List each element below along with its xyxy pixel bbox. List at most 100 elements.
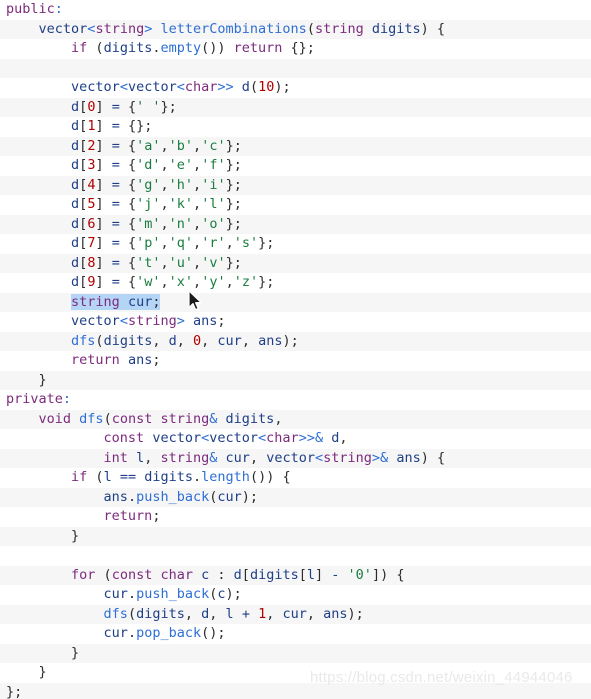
- code-token: digits: [103, 40, 153, 56]
- code-token: dfs: [79, 410, 104, 427]
- code-line[interactable]: }: [0, 370, 591, 390]
- code-line[interactable]: int l, string& cur, vector<string>& ans)…: [0, 448, 591, 468]
- code-token: ,: [193, 176, 202, 193]
- code-token: vector: [38, 20, 88, 37]
- code-line[interactable]: const vector<vector<char>>& d,: [0, 429, 591, 449]
- code-token: return: [71, 352, 120, 368]
- code-token: (: [87, 469, 104, 485]
- code-line[interactable]: cur.pop_back();: [0, 624, 591, 644]
- code-token: ,: [176, 332, 194, 349]
- code-line[interactable]: d[4] = {'g','h','i'};: [0, 175, 591, 195]
- code-token: >&: [371, 449, 389, 466]
- code-line[interactable]: d[1] = {};: [0, 117, 591, 137]
- code-line[interactable]: vector<string> ans;: [0, 312, 591, 332]
- code-token: ,: [160, 274, 169, 290]
- code-line[interactable]: d[8] = {'t','u','v'};: [0, 253, 591, 273]
- code-token: ,: [160, 196, 169, 212]
- code-line[interactable]: cur.push_back(c);: [0, 585, 591, 605]
- code-token: int: [103, 449, 128, 466]
- code-token: {: [119, 196, 137, 212]
- code-token: [: [241, 566, 250, 583]
- code-token: cur: [103, 586, 128, 602]
- code-line[interactable]: ans.push_back(cur);: [0, 487, 591, 507]
- code-token: ans: [258, 332, 283, 349]
- code-line[interactable]: string cur;: [0, 292, 591, 312]
- code-line[interactable]: }: [0, 643, 591, 663]
- code-token: =: [111, 137, 120, 154]
- code-token: vector: [71, 313, 120, 329]
- code-token: ]) {: [371, 566, 405, 583]
- code-line[interactable]: d[5] = {'j','k','l'};: [0, 195, 591, 215]
- code-token: 'q': [168, 235, 194, 251]
- code-token: ,: [193, 215, 202, 232]
- code-line[interactable]: void dfs(const string& digits,: [0, 409, 591, 429]
- code-token: d: [71, 235, 80, 251]
- code-line[interactable]: d[6] = {'m','n','o'};: [0, 214, 591, 234]
- code-token: char: [266, 430, 299, 446]
- code-token: >: [176, 313, 185, 329]
- code-token: ans: [127, 352, 153, 368]
- code-token: };: [6, 683, 23, 699]
- code-token: );: [282, 332, 299, 349]
- code-token: string: [71, 293, 120, 310]
- code-token: };: [258, 274, 275, 290]
- code-line[interactable]: dfs(digits, d, l + 1, cur, ans);: [0, 604, 591, 624]
- code-line[interactable]: d[0] = {' '};: [0, 97, 591, 117]
- code-token: ]: [95, 137, 112, 154]
- code-line[interactable]: d[2] = {'a','b','c'};: [0, 136, 591, 156]
- code-line[interactable]: vector<vector<char>> d(10);: [0, 78, 591, 98]
- code-line[interactable]: private:: [0, 390, 591, 410]
- code-line[interactable]: d[7] = {'p','q','r','s'};: [0, 234, 591, 254]
- code-line[interactable]: return;: [0, 507, 591, 527]
- code-token: 's': [233, 235, 259, 251]
- code-token: =: [111, 176, 120, 193]
- code-line[interactable]: public:: [0, 0, 591, 20]
- code-token: ]: [95, 196, 112, 212]
- code-token: (: [103, 410, 112, 427]
- code-token: <: [258, 430, 267, 446]
- code-token: vector: [209, 430, 259, 446]
- code-line[interactable]: [0, 546, 591, 566]
- code-token: ,: [274, 410, 283, 427]
- code-token: empty: [160, 40, 202, 56]
- code-token: digits: [136, 605, 185, 622]
- code-token: };: [225, 157, 242, 173]
- code-line[interactable]: if (digits.empty()) return {};: [0, 39, 591, 59]
- code-token: }: [6, 527, 80, 544]
- code-line[interactable]: vector<string> letterCombinations(string…: [0, 19, 591, 39]
- code-token: };: [225, 137, 242, 154]
- code-token: };: [225, 254, 242, 271]
- code-token: ,: [160, 254, 169, 271]
- code-token: .: [193, 469, 202, 485]
- text-selection[interactable]: string cur;: [71, 293, 161, 310]
- code-token: ;: [217, 313, 226, 329]
- code-token: }: [6, 664, 47, 680]
- code-line[interactable]: d[9] = {'w','x','y','z'};: [0, 273, 591, 293]
- code-line[interactable]: return ans;: [0, 351, 591, 371]
- code-line[interactable]: d[3] = {'d','e','f'};: [0, 156, 591, 176]
- code-token: 0: [193, 332, 202, 349]
- code-token: +: [241, 605, 250, 622]
- code-line[interactable]: dfs(digits, d, 0, cur, ans);: [0, 331, 591, 351]
- code-editor-content[interactable]: public: vector<string> letterCombination…: [0, 0, 591, 699]
- code-token: digits: [225, 410, 275, 427]
- code-line[interactable]: for (const char c : d[digits[l] - '0']) …: [0, 565, 591, 585]
- code-token: :: [54, 1, 63, 17]
- code-token: 'a': [136, 137, 161, 154]
- code-token: .: [127, 488, 137, 505]
- code-token: digits: [103, 332, 153, 349]
- code-token: 'u': [168, 254, 194, 271]
- code-token: return: [103, 508, 153, 524]
- code-token: ,: [160, 215, 169, 232]
- code-line[interactable]: }: [0, 526, 591, 546]
- code-line[interactable]: if (l == digits.length()) {: [0, 468, 591, 488]
- code-line[interactable]: [0, 58, 591, 78]
